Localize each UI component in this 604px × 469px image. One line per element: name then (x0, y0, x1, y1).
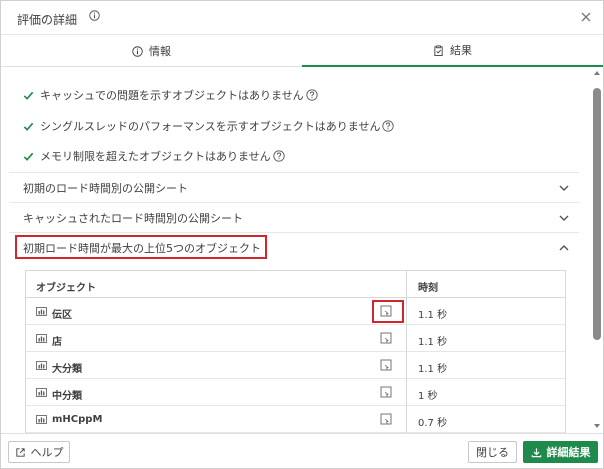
scroll-thumb[interactable] (593, 88, 601, 340)
detailed-results-button[interactable]: 詳細結果 (523, 441, 598, 463)
tab-info[interactable]: 情報 (1, 35, 302, 67)
table-row: mHCppM 0.7 秒 (26, 406, 565, 433)
detailed-results-button-label: 詳細結果 (546, 446, 591, 459)
object-name: 店 (52, 337, 62, 348)
object-time: 1.1 秒 (418, 310, 448, 321)
evaluation-details-dialog: 評価の詳細 情報 結果 キャッシュでの問題を示すオブジェクトはありません シング… (0, 0, 604, 469)
column-divider (406, 406, 407, 433)
object-name: 中分類 (52, 391, 82, 402)
results-content: キャッシュでの問題を示すオブジェクトはありません シングルスレッドのパフォーマン… (1, 68, 591, 433)
column-divider (406, 352, 407, 379)
column-header-time: 時刻 (418, 283, 438, 294)
checkmark-icon (23, 152, 34, 161)
bar-chart-icon (36, 388, 47, 397)
help-icon[interactable] (306, 89, 318, 101)
object-time: 0.7 秒 (418, 418, 448, 429)
check-item-single-thread: シングルスレッドのパフォーマンスを示すオブジェクトはありません (23, 116, 395, 136)
section-label: 初期のロード時間別の公開シート (23, 181, 188, 195)
check-item-label: キャッシュでの問題を示すオブジェクトはありません (40, 89, 304, 102)
dialog-header: 評価の詳細 (1, 1, 603, 35)
section-highlight-box (15, 235, 267, 259)
info-icon (132, 45, 143, 57)
checkmark-icon (23, 122, 34, 131)
bar-chart-icon (36, 361, 47, 370)
bar-chart-icon (36, 307, 47, 316)
table-row: 大分類 1.1 秒 (26, 352, 565, 379)
chevron-up-icon (559, 245, 569, 251)
object-name: 伝区 (52, 310, 72, 321)
chevron-down-icon (559, 185, 569, 191)
clipboard-icon (434, 44, 443, 56)
column-divider (406, 325, 407, 352)
check-item-label: メモリ制限を超えたオブジェクトはありません (40, 150, 271, 163)
select-icon-highlight-box (372, 300, 404, 323)
table-row: 伝区 1.1 秒 (26, 298, 565, 325)
external-link-icon (15, 447, 25, 457)
dialog-footer: ヘルプ 閉じる 詳細結果 (1, 433, 603, 468)
section-initial-load-sheets[interactable]: 初期のロード時間別の公開シート (9, 172, 579, 202)
select-object-icon[interactable] (380, 359, 392, 371)
close-button[interactable]: 閉じる (468, 441, 517, 463)
object-name: 大分類 (52, 364, 82, 375)
chevron-down-icon (559, 215, 569, 221)
scroll-down-arrow-icon[interactable] (594, 424, 600, 428)
bar-chart-icon (36, 415, 47, 424)
table-row: 店 1.1 秒 (26, 325, 565, 352)
close-icon[interactable] (579, 10, 593, 24)
tab-results-label: 結果 (450, 44, 472, 57)
close-button-label: 閉じる (476, 446, 509, 459)
bar-chart-icon (36, 334, 47, 343)
object-time: 1.1 秒 (418, 364, 448, 375)
object-name: mHCppM (52, 414, 103, 425)
tab-bar: 情報 結果 (1, 35, 603, 67)
check-item-cache: キャッシュでの問題を示すオブジェクトはありません (23, 85, 318, 105)
column-header-object: オブジェクト (36, 283, 96, 294)
column-divider (406, 298, 407, 325)
select-object-icon[interactable] (380, 386, 392, 398)
section-label: キャッシュされたロード時間別の公開シート (23, 211, 243, 225)
table-header: オブジェクト 時刻 (26, 271, 565, 298)
help-button[interactable]: ヘルプ (8, 441, 70, 463)
help-icon[interactable] (273, 150, 285, 162)
tab-results[interactable]: 結果 (302, 35, 603, 67)
help-icon[interactable] (382, 120, 395, 132)
download-icon (531, 447, 541, 457)
scroll-up-arrow-icon[interactable] (594, 71, 600, 75)
top-objects-table: オブジェクト 時刻 伝区 1.1 秒 店 1.1 秒 大分類 1.1 秒 中分類… (25, 270, 566, 433)
column-divider (406, 271, 407, 298)
checkmark-icon (23, 91, 34, 100)
select-object-icon[interactable] (380, 332, 392, 344)
info-icon[interactable] (89, 10, 100, 21)
help-button-label: ヘルプ (30, 446, 64, 459)
column-divider (406, 379, 407, 406)
table-row: 中分類 1 秒 (26, 379, 565, 406)
select-object-icon[interactable] (380, 413, 392, 425)
object-time: 1.1 秒 (418, 337, 448, 348)
dialog-title: 評価の詳細 (17, 13, 78, 27)
content-scrollbar[interactable] (591, 68, 603, 433)
check-item-label: シングルスレッドのパフォーマンスを示すオブジェクトはありません (40, 120, 381, 133)
object-time: 1 秒 (418, 391, 438, 402)
check-item-memory: メモリ制限を超えたオブジェクトはありません (23, 146, 285, 166)
tab-info-label: 情報 (149, 45, 171, 58)
section-cached-load-sheets[interactable]: キャッシュされたロード時間別の公開シート (9, 202, 579, 232)
